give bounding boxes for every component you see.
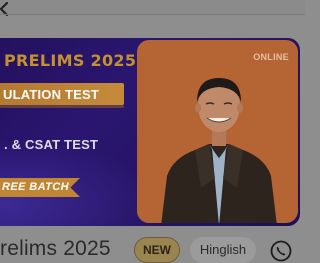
banner-heading: PRELIMS 2025 <box>4 51 137 70</box>
top-bar <box>0 0 305 16</box>
new-badge-label: NEW <box>143 243 171 257</box>
online-label: ONLINE <box>253 52 289 62</box>
language-badge-label: Hinglish <box>199 242 247 257</box>
course-banner[interactable]: PRELIMS 2025 ULATION TEST . & CSAT TEST … <box>0 38 300 226</box>
new-badge: NEW <box>134 237 180 263</box>
language-badge: Hinglish <box>190 237 256 263</box>
header-divider <box>0 14 305 15</box>
free-batch-tag: REE BATCH <box>0 178 80 197</box>
simulation-test-strip: ULATION TEST <box>0 83 124 108</box>
course-title[interactable]: relims 2025 <box>0 237 111 261</box>
instructor-photo <box>161 78 277 223</box>
csat-test-label: . & CSAT TEST <box>4 137 99 152</box>
simulation-test-label: ULATION TEST <box>3 87 100 102</box>
phone-icon[interactable] <box>270 240 292 262</box>
instructor-photo-panel: ONLINE <box>137 40 298 223</box>
free-batch-label: REE BATCH <box>2 181 69 193</box>
